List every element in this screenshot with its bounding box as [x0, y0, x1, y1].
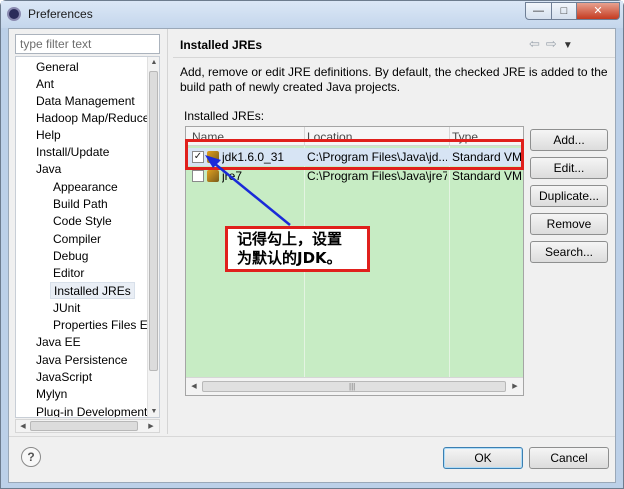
- tree-item-installed-jres[interactable]: Installed JREs: [50, 282, 135, 299]
- tree-item-data-management[interactable]: Data Management: [36, 93, 135, 110]
- title-separator: [173, 57, 615, 58]
- tree-item-javascript[interactable]: JavaScript: [36, 369, 92, 386]
- jre-icon: [207, 170, 219, 182]
- filter-input[interactable]: type filter text: [15, 34, 160, 54]
- grip-icon: |||: [349, 382, 356, 391]
- jre-checkbox[interactable]: [192, 170, 204, 182]
- tree-item-junit[interactable]: JUnit: [53, 300, 80, 317]
- tree-item-appearance[interactable]: Appearance: [53, 179, 118, 196]
- scroll-left-icon[interactable]: ◀: [189, 382, 199, 390]
- title-bar: Preferences — □ ✕: [1, 1, 623, 28]
- remove-button[interactable]: Remove: [530, 213, 608, 235]
- tree-item-ant[interactable]: Ant: [36, 76, 54, 93]
- tree-item-properties-files[interactable]: Properties Files Ed: [53, 317, 154, 334]
- tree-item-editor[interactable]: Editor: [53, 265, 84, 282]
- tree-item-install-update[interactable]: Install/Update: [36, 144, 109, 161]
- eclipse-icon: [7, 7, 21, 21]
- page-title: Installed JREs: [180, 38, 263, 52]
- tree-item-build-path[interactable]: Build Path: [53, 196, 108, 213]
- panel-sash[interactable]: [167, 29, 169, 434]
- ok-button[interactable]: OK: [443, 447, 523, 469]
- tree-item-java-ee[interactable]: Java EE: [36, 334, 81, 351]
- tree-item-java-persistence[interactable]: Java Persistence: [36, 352, 127, 369]
- scroll-down-icon[interactable]: ▼: [149, 408, 159, 415]
- scroll-up-icon[interactable]: ▲: [149, 59, 159, 66]
- tree-item-compiler[interactable]: Compiler: [53, 231, 101, 248]
- scroll-right-icon[interactable]: ▶: [146, 422, 156, 430]
- search-button[interactable]: Search...: [530, 241, 608, 263]
- close-button[interactable]: ✕: [576, 2, 620, 20]
- tree-item-debug[interactable]: Debug: [53, 248, 88, 265]
- add-button[interactable]: Add...: [530, 129, 608, 151]
- annotation-line-1: 记得勾上，设置: [237, 230, 343, 248]
- tree-item-mylyn[interactable]: Mylyn: [36, 386, 67, 403]
- tree-item-code-style[interactable]: Code Style: [53, 213, 112, 230]
- tree-hscroll-thumb[interactable]: [30, 421, 138, 431]
- preferences-window: Preferences — □ ✕ type filter text Gener…: [0, 0, 624, 489]
- tree-item-general[interactable]: General: [36, 59, 79, 76]
- history-nav: ⇦⇨▼: [529, 36, 579, 52]
- table-horizontal-scrollbar[interactable]: ◀ ||| ▶: [186, 377, 523, 395]
- scroll-right-icon[interactable]: ▶: [510, 382, 520, 390]
- footer-separator: [9, 436, 615, 437]
- cancel-button[interactable]: Cancel: [529, 447, 609, 469]
- duplicate-button[interactable]: Duplicate...: [530, 185, 608, 207]
- help-icon[interactable]: ?: [21, 447, 41, 467]
- preference-tree: General Ant Data Management Hadoop Map/R…: [15, 56, 160, 418]
- view-menu-icon[interactable]: ▼: [563, 40, 579, 51]
- tree-horizontal-scrollbar[interactable]: ◀ ▶: [15, 419, 160, 433]
- page-description: Add, remove or edit JRE definitions. By …: [180, 65, 608, 94]
- tree-item-java[interactable]: Java: [36, 161, 61, 178]
- scroll-left-icon[interactable]: ◀: [18, 422, 28, 430]
- dialog-client: type filter text General Ant Data Manage…: [8, 28, 616, 483]
- installed-jres-label: Installed JREs:: [184, 109, 265, 123]
- annotation-callout: 记得勾上，设置 为默认的JDK。: [225, 226, 370, 272]
- tree-scroll-thumb[interactable]: [149, 71, 158, 371]
- back-icon[interactable]: ⇦: [529, 36, 546, 51]
- edit-button[interactable]: Edit...: [530, 157, 608, 179]
- tree-item-help[interactable]: Help: [36, 127, 61, 144]
- annotation-highlight-box: [185, 139, 524, 170]
- maximize-button[interactable]: □: [551, 2, 577, 20]
- window-title: Preferences: [28, 7, 93, 21]
- tree-item-hadoop[interactable]: Hadoop Map/Reduce: [36, 110, 149, 127]
- table-scroll-thumb[interactable]: |||: [202, 381, 506, 392]
- minimize-button[interactable]: —: [525, 2, 552, 20]
- tree-vertical-scrollbar[interactable]: ▲ ▼: [147, 57, 159, 417]
- annotation-line-2: 为默认的JDK。: [237, 249, 342, 267]
- forward-icon[interactable]: ⇨: [546, 36, 563, 51]
- tree-item-plugin-development[interactable]: Plug-in Development: [36, 404, 147, 417]
